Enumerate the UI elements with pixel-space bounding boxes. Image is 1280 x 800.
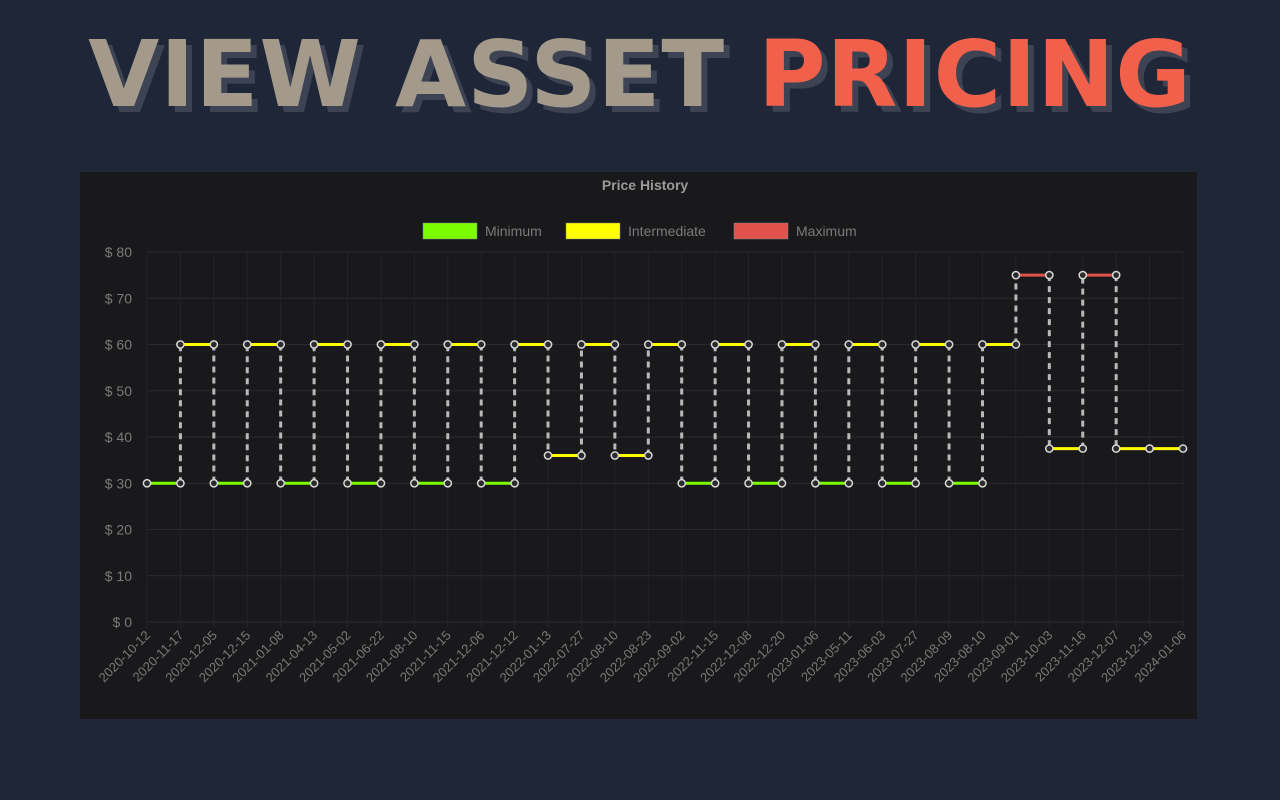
data-point[interactable] — [510, 340, 519, 349]
data-point[interactable] — [543, 451, 553, 460]
data-point[interactable] — [543, 340, 553, 349]
data-point[interactable] — [610, 340, 620, 349]
data-point[interactable] — [577, 340, 586, 349]
data-point[interactable] — [1111, 444, 1121, 453]
data-point[interactable] — [276, 340, 286, 349]
data-point[interactable] — [610, 451, 620, 460]
data-point[interactable] — [309, 340, 319, 349]
data-point[interactable] — [343, 478, 352, 488]
data-point[interactable] — [744, 478, 753, 488]
legend-label-intermediate[interactable]: Intermediate — [628, 223, 706, 239]
data-point[interactable] — [1011, 340, 1021, 349]
data-point[interactable] — [376, 340, 386, 349]
chart-grid — [146, 251, 1184, 628]
data-point[interactable] — [142, 478, 152, 488]
page-headline: VIEW ASSET PRICING — [0, 20, 1280, 130]
data-point[interactable] — [276, 478, 286, 488]
data-point[interactable] — [844, 340, 854, 349]
data-point[interactable] — [1044, 270, 1054, 280]
data-point[interactable] — [978, 478, 987, 488]
y-tick-label: $ 10 — [105, 568, 132, 584]
legend-swatch-minimum[interactable] — [422, 222, 478, 240]
data-point[interactable] — [911, 340, 920, 349]
data-point[interactable] — [643, 451, 653, 460]
data-point[interactable] — [443, 340, 453, 349]
data-point[interactable] — [877, 478, 887, 488]
data-point[interactable] — [710, 478, 720, 488]
data-point[interactable] — [944, 478, 954, 488]
legend-label-maximum[interactable]: Maximum — [796, 223, 857, 239]
legend-swatch-intermediate[interactable] — [565, 222, 621, 240]
price-history-chart: Price History Minimum Intermediate Maximum… — [95, 177, 1189, 686]
data-point[interactable] — [410, 478, 419, 488]
data-point[interactable] — [1078, 270, 1088, 280]
data-point[interactable] — [811, 340, 820, 349]
data-point[interactable] — [510, 478, 519, 488]
data-point[interactable] — [309, 478, 319, 488]
data-point[interactable] — [911, 478, 920, 488]
chart-legend: Minimum Intermediate Maximum — [422, 222, 857, 240]
data-point[interactable] — [777, 478, 787, 488]
data-point[interactable] — [176, 478, 185, 488]
price-history-chart-panel: Price History Minimum Intermediate Maximum… — [80, 172, 1197, 719]
data-point[interactable] — [376, 478, 386, 488]
data-point[interactable] — [677, 340, 687, 349]
y-tick-label: $ 70 — [105, 290, 132, 306]
legend-swatch-maximum[interactable] — [733, 222, 789, 240]
data-point[interactable] — [744, 340, 753, 349]
x-axis: 2020-10-122020-11-172020-12-052020-12-15… — [95, 628, 1189, 686]
headline-part-1: VIEW ASSET — [88, 21, 726, 128]
data-point[interactable] — [677, 478, 687, 488]
data-point[interactable] — [242, 340, 252, 349]
data-point[interactable] — [176, 340, 185, 349]
chart-title: Price History — [602, 177, 689, 193]
data-point[interactable] — [844, 478, 854, 488]
y-tick-label: $ 60 — [105, 337, 132, 353]
y-tick-label: $ 80 — [105, 244, 132, 260]
data-point[interactable] — [710, 340, 720, 349]
data-point[interactable] — [777, 340, 787, 349]
y-tick-label: $ 40 — [105, 429, 132, 445]
data-point[interactable] — [343, 340, 352, 349]
price-segments — [147, 273, 1183, 485]
price-points — [142, 270, 1188, 488]
data-point[interactable] — [410, 340, 419, 349]
data-point[interactable] — [1011, 270, 1021, 280]
data-point[interactable] — [1044, 444, 1054, 453]
y-tick-label: $ 0 — [113, 614, 133, 630]
y-tick-label: $ 20 — [105, 522, 132, 538]
data-point[interactable] — [944, 340, 954, 349]
data-point[interactable] — [1145, 444, 1154, 453]
data-point[interactable] — [1078, 444, 1088, 453]
y-tick-label: $ 50 — [105, 383, 132, 399]
data-point[interactable] — [643, 340, 653, 349]
legend-label-minimum[interactable]: Minimum — [485, 223, 542, 239]
y-axis: $ 0 $ 10 $ 20 $ 30 $ 40 $ 50 $ 60 $ 70 $ 80 — [105, 244, 132, 630]
data-point[interactable] — [443, 478, 453, 488]
data-point[interactable] — [1111, 270, 1121, 280]
data-point[interactable] — [209, 478, 219, 488]
data-point[interactable] — [1178, 444, 1188, 453]
data-point[interactable] — [476, 340, 486, 349]
data-point[interactable] — [476, 478, 486, 488]
y-tick-label: $ 30 — [105, 475, 132, 491]
data-point[interactable] — [811, 478, 820, 488]
headline-part-2: PRICING — [758, 21, 1192, 128]
data-point[interactable] — [209, 340, 219, 349]
data-point[interactable] — [877, 340, 887, 349]
data-point[interactable] — [242, 478, 252, 488]
data-point[interactable] — [978, 340, 987, 349]
data-point[interactable] — [577, 451, 586, 460]
